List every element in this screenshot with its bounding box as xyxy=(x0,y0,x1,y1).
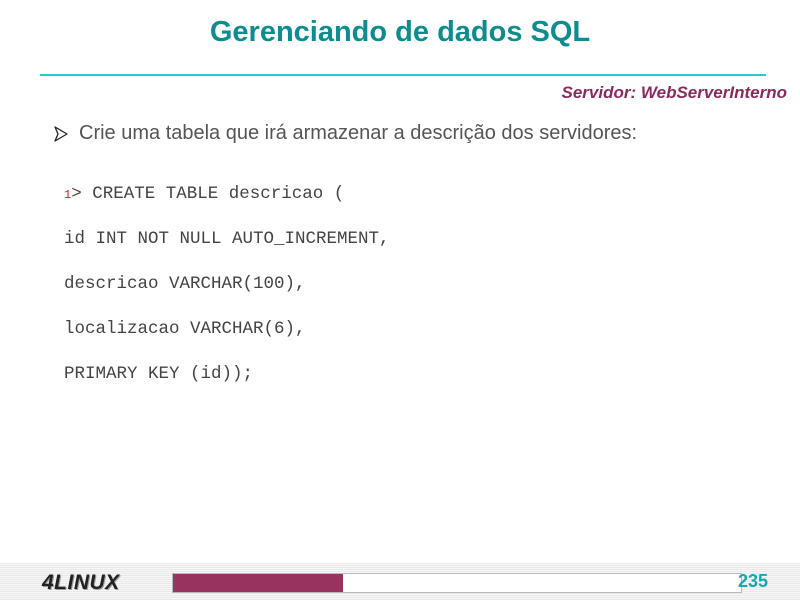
bullet-text: Crie uma tabela que irá armazenar a desc… xyxy=(79,122,638,144)
code-text: > CREATE TABLE descricao ( xyxy=(71,184,345,204)
code-line: localizacao VARCHAR(6), xyxy=(64,313,390,358)
arrow-right-icon xyxy=(54,125,68,142)
code-text: localizacao VARCHAR(6), xyxy=(64,319,306,339)
slide: Gerenciando de dados SQL Servidor: WebSe… xyxy=(0,0,800,600)
logo-4linux: 4LINUX xyxy=(42,571,120,594)
page-number: 235 xyxy=(738,571,769,591)
code-line: id INT NOT NULL AUTO_INCREMENT, xyxy=(64,223,390,268)
bullet-item: Crie uma tabela que irá armazenar a desc… xyxy=(54,122,637,145)
server-label: Servidor: WebServerInterno xyxy=(561,83,787,102)
code-text: descricao VARCHAR(100), xyxy=(64,274,306,294)
progress-fill xyxy=(173,574,344,592)
sql-code-block: 1> CREATE TABLE descricao ( id INT NOT N… xyxy=(64,178,390,403)
footer: 4LINUX 235 xyxy=(0,563,800,600)
slide-title: Gerenciando de dados SQL xyxy=(209,16,591,48)
code-line: 1> CREATE TABLE descricao ( xyxy=(64,178,390,223)
progress-bar xyxy=(172,573,742,593)
title-divider xyxy=(40,74,766,76)
code-line: descricao VARCHAR(100), xyxy=(64,268,390,313)
code-line: PRIMARY KEY (id)); xyxy=(64,358,390,403)
code-text: id INT NOT NULL AUTO_INCREMENT, xyxy=(64,229,390,249)
code-text: PRIMARY KEY (id)); xyxy=(64,364,254,384)
